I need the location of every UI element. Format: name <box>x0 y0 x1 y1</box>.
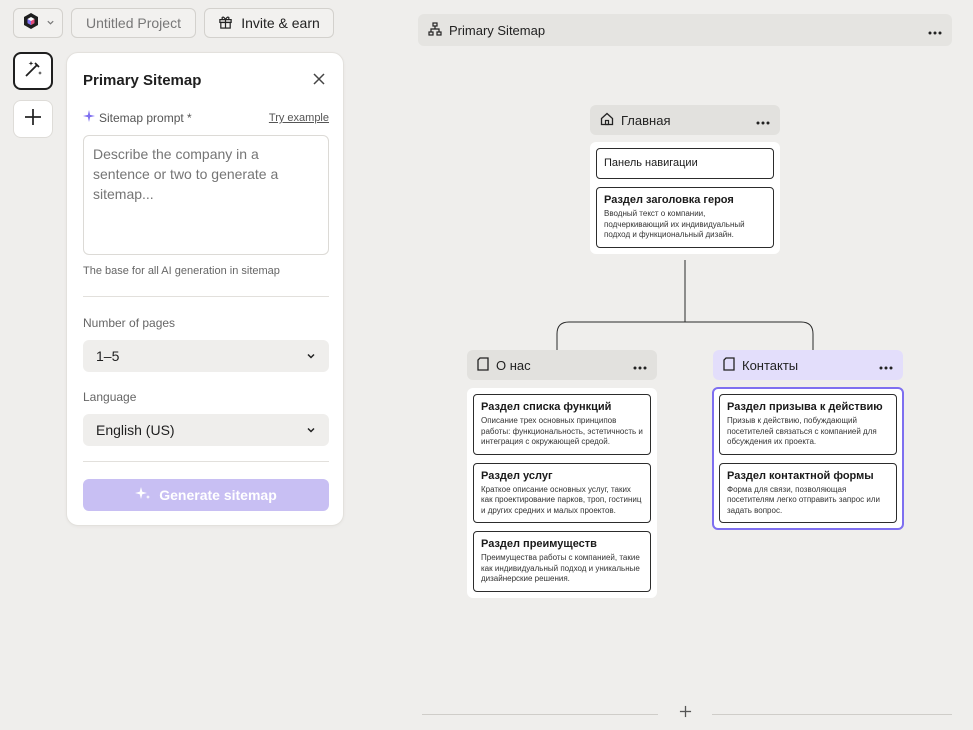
home-icon <box>600 112 614 129</box>
page-home-more-button[interactable] <box>756 113 770 128</box>
section-title: Раздел списка функций <box>481 401 612 413</box>
more-icon <box>756 113 770 128</box>
section-title: Раздел контактной формы <box>727 469 874 482</box>
section-card[interactable]: Раздел списка функций Описание трех осно… <box>473 394 651 455</box>
page-contacts-body: Раздел призыва к действию Призыв к дейст… <box>712 387 904 530</box>
page-about-more-button[interactable] <box>633 358 647 373</box>
section-card[interactable]: Раздел призыва к действию Призыв к дейст… <box>719 394 897 455</box>
add-sitemap-button[interactable] <box>676 705 694 723</box>
more-icon <box>633 358 647 373</box>
section-desc: Преимущества работы с компанией, такие к… <box>481 553 640 583</box>
page-home-header[interactable]: Главная <box>590 105 780 135</box>
page-about-header[interactable]: О нас <box>467 350 657 380</box>
section-card[interactable]: Панель навигации <box>596 148 774 179</box>
section-card[interactable]: Раздел заголовка героя Вводный текст о к… <box>596 187 774 248</box>
section-title: Раздел преимуществ <box>481 538 597 550</box>
page-contacts-title: Контакты <box>742 357 799 373</box>
page-about-body: Раздел списка функций Описание трех осно… <box>467 388 657 598</box>
section-title: Раздел услуг <box>481 469 553 482</box>
section-desc: Форма для связи, позволяющая посетителям… <box>727 484 880 515</box>
section-card[interactable]: Раздел преимуществ Преимущества работы с… <box>473 531 651 592</box>
section-desc: Описание трех основных принципов работы:… <box>481 416 643 446</box>
page-icon <box>477 356 489 374</box>
page-icon <box>723 356 735 374</box>
section-desc: Вводный текст о компании, подчеркивающий… <box>604 209 745 239</box>
page-contacts-header[interactable]: Контакты <box>713 350 903 380</box>
page-home-body: Панель навигации Раздел заголовка героя … <box>590 142 780 254</box>
section-title: Раздел заголовка героя <box>604 194 734 206</box>
more-icon <box>879 358 893 373</box>
plus-icon <box>679 705 692 723</box>
divider <box>712 714 952 715</box>
divider <box>422 714 658 715</box>
section-desc: Краткое описание основных услуг, таких к… <box>481 484 642 515</box>
section-card[interactable]: Раздел услуг Краткое описание основных у… <box>473 462 651 523</box>
section-card[interactable]: Раздел контактной формы Форма для связи,… <box>719 462 897 523</box>
section-desc: Призыв к действию, побуждающий посетител… <box>727 416 877 446</box>
page-home-title: Главная <box>621 112 671 128</box>
section-title: Панель навигации <box>604 157 698 169</box>
page-contacts-more-button[interactable] <box>879 358 893 373</box>
section-title: Раздел призыва к действию <box>727 401 883 413</box>
page-about-title: О нас <box>496 357 531 373</box>
